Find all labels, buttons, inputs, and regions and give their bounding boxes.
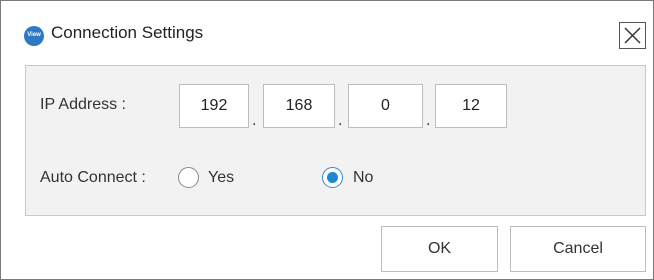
auto-connect-yes-radio[interactable] [178,167,199,188]
settings-panel: IP Address : 192 . 168 . 0 . 12 Auto Con… [25,65,646,216]
cancel-button[interactable]: Cancel [510,226,646,272]
close-icon [624,27,641,44]
auto-connect-no-radio[interactable] [322,167,343,188]
view-app-icon: View [24,26,44,46]
ok-button[interactable]: OK [381,226,498,272]
auto-connect-yes-label[interactable]: Yes [208,169,234,187]
auto-connect-no-label[interactable]: No [353,169,373,187]
connection-settings-dialog: View Connection Settings IP Address : 19… [0,0,654,280]
ip-octet-1-input[interactable]: 192 [179,84,249,128]
ip-separator: . [426,112,431,129]
ip-address-label: IP Address : [40,96,126,113]
radio-selected-dot [327,172,338,183]
app-icon-text: View [27,32,41,38]
ip-octet-4-input[interactable]: 12 [435,84,507,128]
close-button[interactable] [619,22,646,49]
ip-separator: . [338,112,343,129]
title-bar: View Connection Settings [1,1,653,63]
ip-octet-3-input[interactable]: 0 [348,84,423,128]
window-title: Connection Settings [51,23,204,42]
ip-separator: . [252,112,257,129]
auto-connect-label: Auto Connect : [40,169,146,186]
ip-octet-2-input[interactable]: 168 [263,84,335,128]
